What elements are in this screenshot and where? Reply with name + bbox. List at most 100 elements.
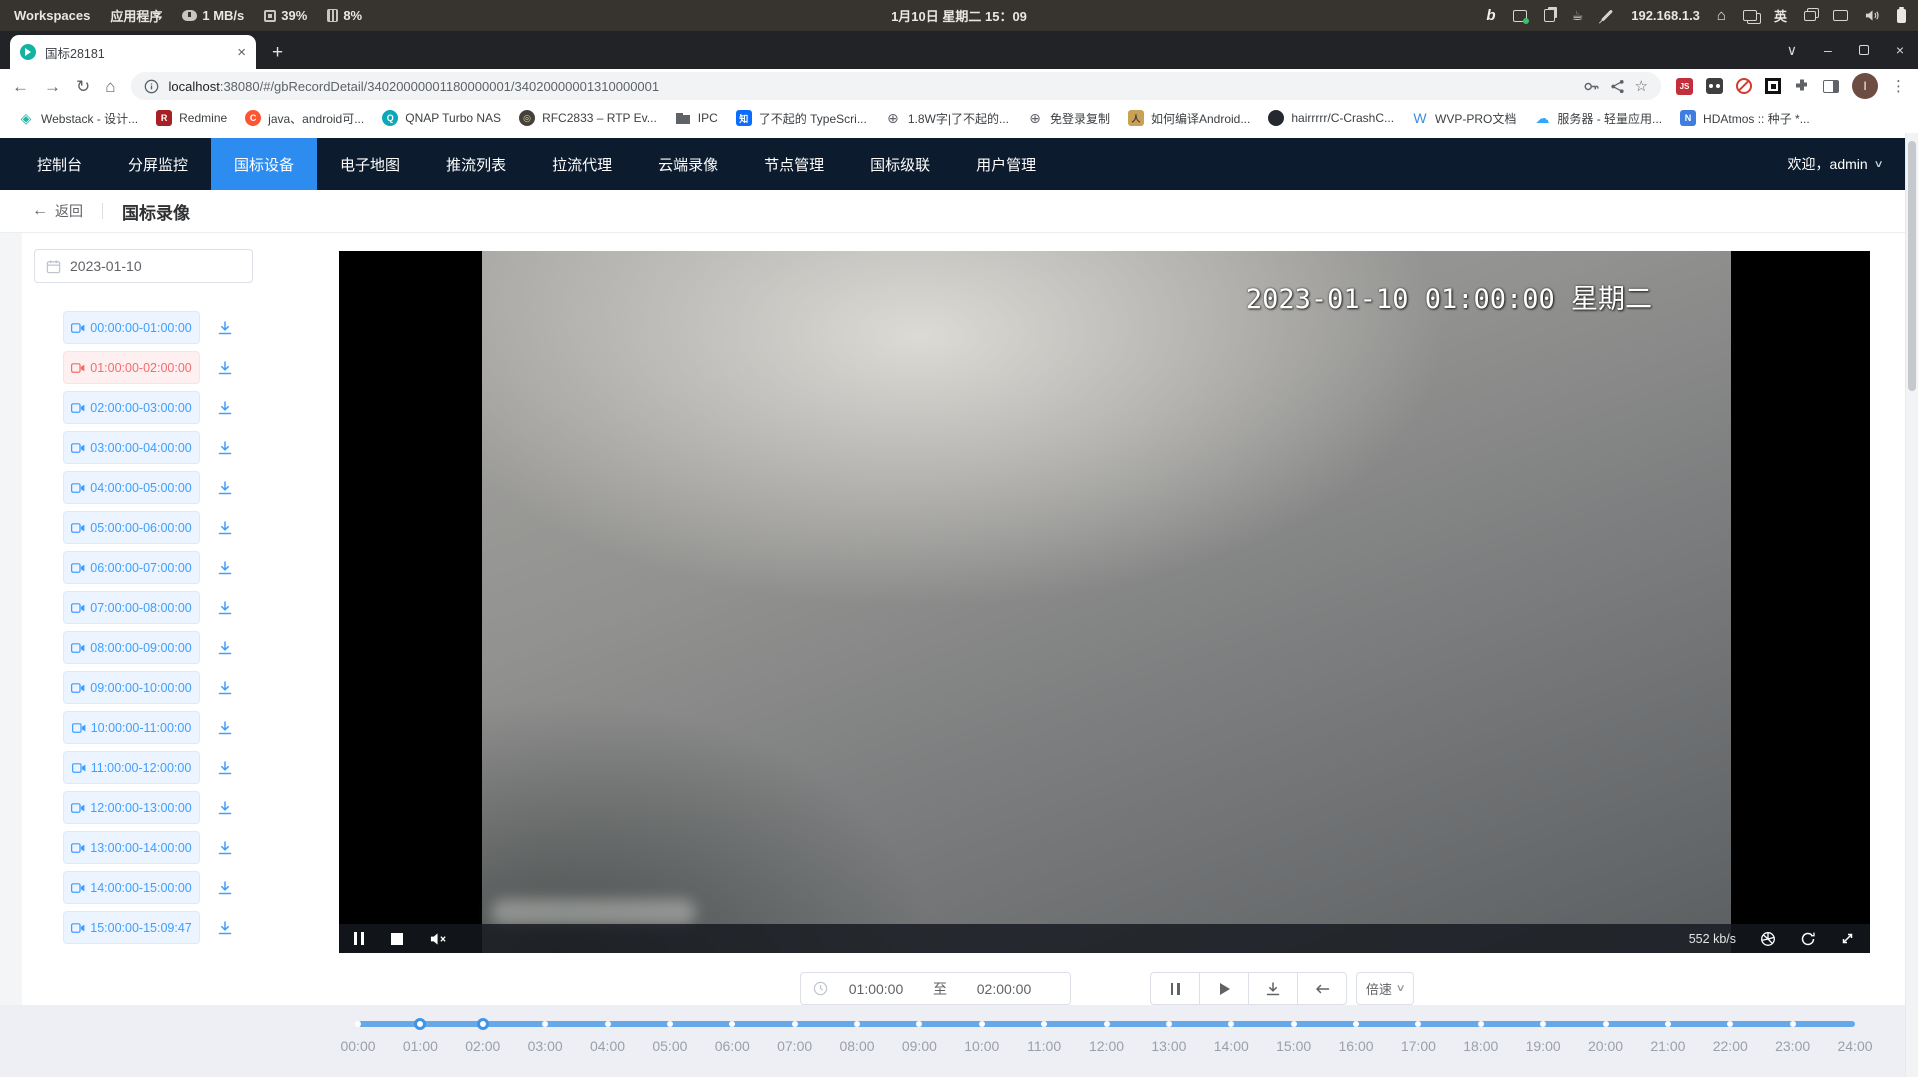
tab-search-icon[interactable]: ∨ (1787, 42, 1797, 59)
bookmark-item[interactable]: ⊕1.8W字|了不起的... (877, 106, 1017, 130)
address-bar[interactable]: localhost:38080/#/gbRecordDetail/3402000… (131, 72, 1661, 100)
nav-item-分屏监控[interactable]: 分屏监控 (105, 138, 211, 190)
bookmark-item[interactable]: RRedmine (148, 106, 235, 130)
download-icon[interactable] (217, 400, 233, 416)
record-chip[interactable]: 07:00:00-08:00:00 (63, 591, 200, 624)
applications-button[interactable]: 应用程序 (110, 6, 162, 25)
clipboard-icon[interactable] (1544, 9, 1555, 22)
window-restore-icon[interactable] (1804, 11, 1816, 21)
record-chip[interactable]: 10:00:00-11:00:00 (63, 711, 200, 744)
bing-icon[interactable]: b (1486, 7, 1495, 24)
nav-item-节点管理[interactable]: 节点管理 (741, 138, 847, 190)
download-icon[interactable] (217, 560, 233, 576)
page-scrollbar[interactable] (1905, 133, 1918, 1077)
bookmark-item[interactable]: IPC (667, 106, 726, 130)
player-mute-icon[interactable] (430, 932, 447, 946)
record-chip[interactable]: 09:00:00-10:00:00 (63, 671, 200, 704)
download-icon[interactable] (217, 360, 233, 376)
download-icon[interactable] (217, 760, 233, 776)
bookmark-item[interactable]: 人如何编译Android... (1120, 106, 1258, 130)
site-info-icon[interactable] (144, 79, 159, 94)
window-close-icon[interactable]: × (1896, 42, 1904, 58)
play-button[interactable] (1199, 972, 1249, 1005)
bookmark-item[interactable]: QQNAP Turbo NAS (374, 106, 509, 130)
system-clock[interactable]: 1月10日 星期二 15：09 (891, 6, 1027, 25)
download-icon[interactable] (217, 880, 233, 896)
user-menu[interactable]: 欢迎，admin ∨ (1788, 154, 1882, 174)
js-extension-icon[interactable]: JS (1676, 78, 1693, 95)
screenshot-tool-icon[interactable] (1513, 10, 1527, 22)
nav-item-国标级联[interactable]: 国标级联 (847, 138, 953, 190)
home-button-icon[interactable]: ⌂ (105, 78, 115, 95)
nav-item-用户管理[interactable]: 用户管理 (953, 138, 1059, 190)
display-icon[interactable] (1833, 10, 1848, 21)
record-chip[interactable]: 11:00:00-12:00:00 (63, 751, 200, 784)
tab-close-icon[interactable]: × (237, 45, 246, 60)
download-icon[interactable] (217, 520, 233, 536)
window-minimize-icon[interactable]: – (1824, 42, 1832, 58)
download-icon[interactable] (217, 600, 233, 616)
browser-tab[interactable]: 国标28181 × (10, 35, 256, 69)
nav-item-电子地图[interactable]: 电子地图 (317, 138, 423, 190)
date-picker-input[interactable]: 2023-01-10 (34, 249, 253, 283)
refresh-icon[interactable] (1800, 931, 1816, 947)
download-icon[interactable] (217, 440, 233, 456)
back-button[interactable]: ← 返回 (32, 201, 83, 221)
ip-address-indicator[interactable]: 192.168.1.3 (1631, 8, 1700, 23)
timeline-slider[interactable] (358, 1021, 1855, 1027)
nav-item-控制台[interactable]: 控制台 (14, 138, 105, 190)
side-panel-icon[interactable] (1823, 80, 1839, 93)
download-icon[interactable] (217, 640, 233, 656)
record-chip[interactable]: 14:00:00-15:00:00 (63, 871, 200, 904)
back-icon[interactable]: ← (12, 78, 29, 95)
timeline-handle[interactable] (477, 1018, 489, 1030)
profile-avatar[interactable]: I (1852, 73, 1878, 99)
share-icon[interactable] (1610, 79, 1625, 94)
time-range-input[interactable]: 01:00:00 至 02:00:00 (800, 972, 1071, 1005)
browser-menu-icon[interactable]: ⋮ (1891, 77, 1906, 95)
snapshot-icon[interactable] (1760, 931, 1776, 947)
window-switcher-icon[interactable] (1743, 10, 1757, 21)
record-chip[interactable]: 04:00:00-05:00:00 (63, 471, 200, 504)
bookmark-item[interactable]: 知了不起的 TypeScri... (728, 106, 875, 130)
bookmark-item[interactable]: NHDAtmos :: 种子 *... (1672, 106, 1818, 130)
end-time-value[interactable]: 02:00:00 (964, 981, 1044, 997)
record-chip[interactable]: 03:00:00-04:00:00 (63, 431, 200, 464)
start-time-value[interactable]: 01:00:00 (836, 981, 916, 997)
record-chip[interactable]: 12:00:00-13:00:00 (63, 791, 200, 824)
download-button[interactable] (1248, 972, 1298, 1005)
workspaces-button[interactable]: Workspaces (14, 8, 90, 23)
download-icon[interactable] (217, 680, 233, 696)
nav-item-国标设备[interactable]: 国标设备 (211, 138, 317, 190)
input-method-indicator[interactable]: 英 (1774, 6, 1787, 25)
download-icon[interactable] (217, 920, 233, 936)
bookmark-item[interactable]: ☁服务器 - 轻量应用... (1526, 106, 1670, 130)
reload-icon[interactable]: ↻ (76, 78, 90, 95)
forward-icon[interactable]: → (44, 78, 61, 95)
fullscreen-icon[interactable] (1840, 931, 1855, 946)
video-player[interactable]: 2023-01-10 01:00:00 星期二 552 kb/s (339, 251, 1870, 953)
bookmark-item[interactable]: Cjava、android可... (237, 106, 372, 130)
bookmark-item[interactable]: ◈Webstack - 设计... (10, 106, 146, 130)
speed-dropdown[interactable]: 倍速 ∨ (1356, 972, 1414, 1005)
adblock-extension-icon[interactable] (1736, 78, 1752, 94)
record-chip[interactable]: 05:00:00-06:00:00 (63, 511, 200, 544)
password-key-icon[interactable] (1583, 79, 1600, 94)
seek-back-button[interactable] (1297, 972, 1347, 1005)
bookmark-item[interactable]: ⊕免登录复制 (1019, 106, 1118, 130)
window-maximize-icon[interactable] (1859, 45, 1869, 55)
volume-icon[interactable] (1865, 9, 1880, 22)
download-icon[interactable] (217, 800, 233, 816)
record-chip[interactable]: 15:00:00-15:09:47 (63, 911, 200, 944)
qr-extension-icon[interactable] (1765, 78, 1781, 94)
record-chip[interactable]: 06:00:00-07:00:00 (63, 551, 200, 584)
record-chip[interactable]: 08:00:00-09:00:00 (63, 631, 200, 664)
bookmark-item[interactable]: ◎RFC2833 – RTP Ev... (511, 106, 665, 130)
record-chip[interactable]: 01:00:00-02:00:00 (63, 351, 200, 384)
timeline-handle[interactable] (414, 1018, 426, 1030)
download-icon[interactable] (217, 720, 233, 736)
bookmark-item[interactable]: WWVP-PRO文档 (1404, 106, 1524, 130)
bookmark-star-icon[interactable]: ☆ (1635, 77, 1648, 95)
scrollbar-thumb[interactable] (1908, 141, 1916, 391)
new-tab-button[interactable]: + (272, 43, 283, 62)
